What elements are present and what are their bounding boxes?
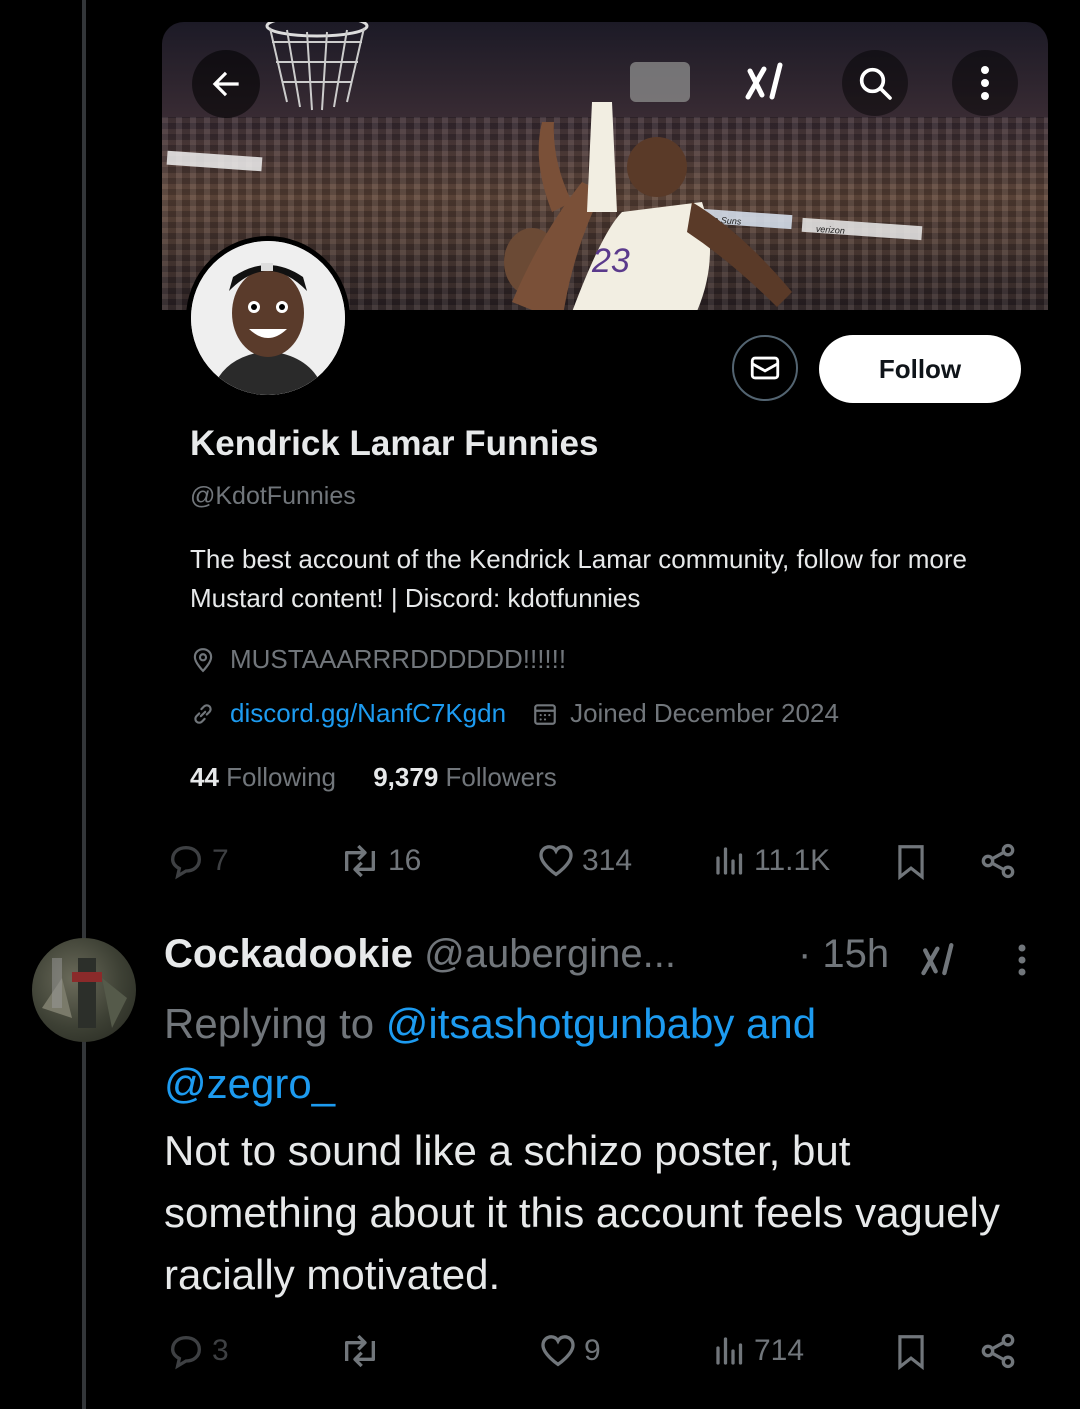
replying-to-line: Replying to @itsashotgunbaby and @zegro_ [164, 1000, 817, 1107]
views-chart-icon [716, 847, 743, 875]
svg-text:23: 23 [591, 242, 630, 280]
like-action[interactable]: 9 [538, 1326, 601, 1376]
views-action[interactable]: 11.1K [712, 836, 830, 886]
message-button[interactable] [732, 335, 798, 401]
calendar-icon [534, 703, 556, 725]
mention-link[interactable]: @itsashotgunbaby and [386, 1000, 816, 1047]
profile-avatar[interactable] [186, 236, 350, 400]
grok-logo-button[interactable] [737, 52, 797, 112]
reply-count: 7 [212, 844, 229, 877]
profile-meta-row: discord.gg/NanfC7Kgdn Joined December 20… [190, 698, 839, 729]
reply-action[interactable]: 3 [166, 1326, 229, 1376]
search-button[interactable] [842, 50, 908, 116]
reply-author-name[interactable]: Cockadookie [164, 932, 413, 976]
repost-action[interactable] [338, 1326, 388, 1376]
like-count: 9 [584, 1334, 601, 1367]
profile-card[interactable]: the Suns verizon 23 Follow Kendrick Lama… [162, 22, 1048, 822]
more-vertical-icon [981, 66, 989, 100]
repost-action[interactable]: 16 [338, 836, 421, 886]
heart-icon [539, 845, 573, 877]
profile-handle: @KdotFunnies [190, 482, 356, 510]
reply-text: Not to sound like a schizo poster, but s… [164, 1127, 1000, 1298]
repost-icon [344, 844, 375, 878]
location-text: MUSTAAARRRDDDDDD!!!!!! [230, 644, 567, 674]
reply-post-actions: 3 9 714 [166, 1326, 1026, 1376]
bookmark-icon [898, 845, 924, 881]
views-count: 11.1K [754, 844, 831, 877]
avatar-photo-graphic [42, 958, 127, 1028]
hoop-net-graphic [265, 22, 369, 111]
share-icon [981, 1333, 1015, 1369]
profile-location: MUSTAAARRRDDDDDD!!!!!! [190, 644, 566, 675]
follow-button[interactable]: Follow [819, 335, 1021, 403]
search-icon [859, 67, 892, 100]
back-button[interactable] [192, 50, 260, 118]
reply-header: Cockadookie @aubergine... [164, 932, 676, 977]
grok-logo-icon [745, 62, 783, 100]
reply-author-avatar[interactable] [32, 938, 136, 1042]
heart-icon [541, 1335, 575, 1367]
comment-icon [170, 845, 202, 880]
following-link[interactable]: 44 Following [190, 762, 336, 792]
location-pin-icon [193, 647, 213, 672]
profile-bio: The best account of the Kendrick Lamar c… [190, 544, 967, 613]
reply-count: 3 [212, 1334, 229, 1367]
followers-link[interactable]: 9,379 Followers [373, 762, 557, 792]
reply-timestamp[interactable]: · 15h [798, 932, 889, 977]
share-icon [981, 843, 1015, 879]
share-action[interactable] [978, 836, 1018, 886]
envelope-icon [750, 356, 780, 380]
profile-website-link[interactable]: discord.gg/NanfC7Kgdn [230, 698, 506, 729]
profile-follow-counts: 44 Following 9,379 Followers [190, 762, 557, 793]
bookmark-action[interactable] [892, 836, 930, 886]
like-count: 314 [582, 844, 633, 877]
repost-icon [344, 1334, 375, 1368]
profile-joined-date: Joined December 2024 [570, 698, 839, 728]
link-icon [194, 703, 212, 724]
share-action[interactable] [978, 1326, 1018, 1376]
repost-count: 16 [388, 844, 422, 877]
reply-action[interactable]: 7 [166, 836, 229, 886]
grok-logo-button[interactable] [918, 940, 962, 985]
bookmark-icon [898, 1335, 924, 1371]
grok-logo-icon [921, 943, 954, 976]
more-vertical-icon [1018, 944, 1026, 976]
views-chart-icon [716, 1337, 743, 1365]
comment-icon [170, 1335, 202, 1370]
profile-name: Kendrick Lamar Funnies [190, 424, 599, 463]
reply-author-handle[interactable]: @aubergine... [424, 932, 676, 976]
like-action[interactable]: 314 [536, 836, 632, 886]
avatar-face-graphic [191, 241, 345, 395]
views-action[interactable]: 714 [712, 1326, 804, 1376]
views-count: 714 [754, 1334, 805, 1367]
bookmark-action[interactable] [892, 1326, 930, 1376]
more-options-button[interactable] [952, 50, 1018, 116]
mention-link[interactable]: @zegro_ [164, 1060, 335, 1107]
reply-more-button[interactable] [1016, 940, 1028, 985]
thread-line [82, 0, 86, 1409]
arrow-left-icon [212, 71, 239, 97]
parent-post-actions: 7 16 314 11.1K [166, 836, 1026, 886]
